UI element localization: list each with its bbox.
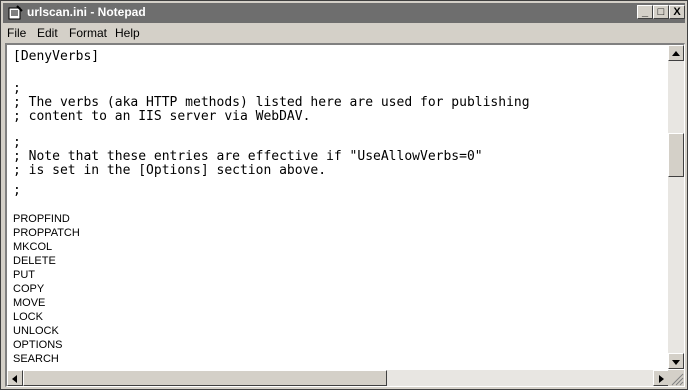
text-line: ;	[13, 183, 21, 198]
text-line: ; Note that these entries are effective …	[13, 149, 483, 164]
arrow-right-icon	[659, 375, 664, 383]
text-line: ; The verbs (aka HTTP methods) listed he…	[13, 95, 530, 110]
menu-format[interactable]: Format	[69, 26, 107, 40]
menu-help[interactable]: Help	[115, 26, 140, 40]
menu-edit[interactable]: Edit	[37, 26, 58, 40]
text-line: [DenyVerbs]	[13, 49, 100, 64]
vertical-scrollbar[interactable]	[668, 45, 684, 369]
horizontal-scrollbar[interactable]	[7, 370, 669, 386]
horizontal-scroll-thumb[interactable]	[23, 370, 387, 386]
text-line: ;	[13, 135, 21, 150]
scroll-left-button[interactable]	[7, 370, 23, 386]
menu-bar: File Edit Format Help	[3, 24, 685, 42]
text-editor[interactable]: [DenyVerbs] ; ; The verbs (aka HTTP meth…	[5, 43, 685, 387]
text-line: LOCK	[13, 311, 43, 323]
text-line: MKCOL	[13, 241, 53, 253]
resize-grip[interactable]	[668, 370, 684, 386]
text-line: ; content to an IIS server via WebDAV.	[13, 109, 311, 124]
text-line: ; is set in the [Options] section above.	[13, 163, 327, 178]
scroll-down-button[interactable]	[668, 353, 684, 369]
arrow-up-icon	[672, 51, 680, 56]
text-line: PUT	[13, 269, 35, 281]
minimize-button[interactable]: _	[637, 5, 653, 19]
arrow-down-icon	[672, 360, 680, 365]
menu-file[interactable]: File	[7, 26, 26, 40]
window-title: urlscan.ini - Notepad	[27, 5, 146, 19]
maximize-button[interactable]: □	[653, 5, 669, 19]
notepad-window: urlscan.ini - Notepad _ □ X File Edit Fo…	[0, 0, 688, 390]
close-button[interactable]: X	[669, 5, 685, 19]
vertical-scroll-thumb[interactable]	[668, 133, 684, 177]
text-line: DELETE	[13, 255, 56, 267]
text-line: PROPFIND	[13, 213, 70, 225]
scroll-right-button[interactable]	[653, 370, 669, 386]
scroll-up-button[interactable]	[668, 45, 684, 61]
text-line: COPY	[13, 283, 45, 295]
text-line: OPTIONS	[13, 339, 63, 351]
text-line: ;	[13, 81, 21, 96]
resize-grip-icon	[671, 373, 684, 386]
notepad-icon[interactable]	[7, 5, 23, 21]
text-line: SEARCH	[13, 353, 59, 365]
text-line: UNLOCK	[13, 325, 59, 337]
text-content[interactable]: [DenyVerbs] ; ; The verbs (aka HTTP meth…	[13, 47, 669, 367]
text-line: MOVE	[13, 297, 46, 309]
arrow-left-icon	[12, 375, 17, 383]
title-bar[interactable]: urlscan.ini - Notepad _ □ X	[3, 3, 685, 23]
text-line: PROPPATCH	[13, 227, 80, 239]
